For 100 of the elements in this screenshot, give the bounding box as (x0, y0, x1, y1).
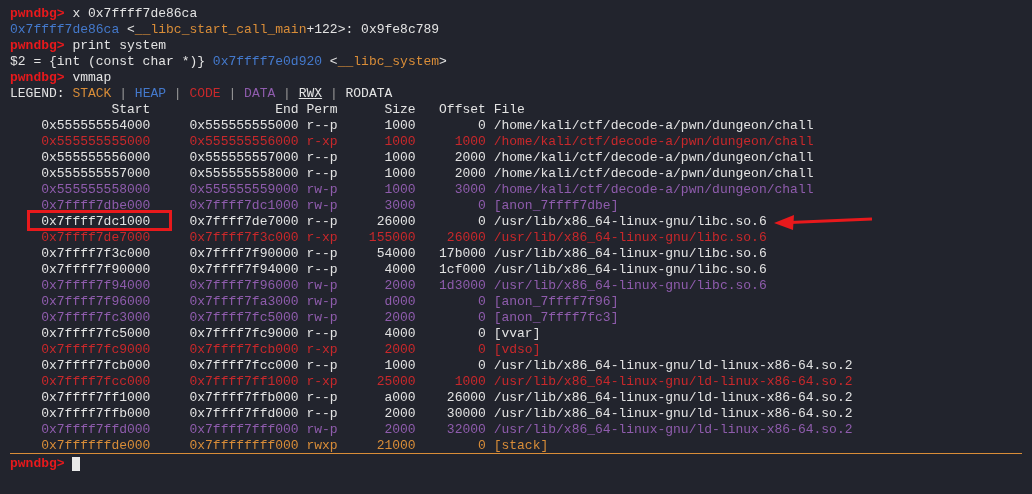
table-cell: 4000 (384, 262, 416, 277)
table-cell: rw-p (306, 182, 338, 197)
command-text: vmmap (72, 70, 112, 86)
table-cell: 0x7ffff7ffb000 (189, 390, 299, 405)
column-header: File (493, 102, 525, 117)
table-cell: r-xp (306, 374, 338, 389)
table-cell: 17b000 (439, 246, 486, 261)
legend-label: LEGEND: (10, 86, 65, 102)
table-cell: 26000 (376, 214, 416, 229)
table-cell: r--p (306, 390, 338, 405)
table-cell: 26000 (446, 390, 486, 405)
table-cell: 1000 (454, 374, 486, 389)
table-cell: rw-p (306, 422, 338, 437)
command-text: x 0x7ffff7de86ca (72, 6, 198, 22)
legend-item: CODE (189, 86, 221, 102)
table-cell: rw-p (306, 294, 338, 309)
table-cell: /usr/lib/x86_64-linux-gnu/libc.so.6 (493, 246, 767, 261)
table-cell: 0 (478, 310, 486, 325)
table-cell: 2000 (384, 422, 416, 437)
table-cell: 0 (478, 118, 486, 133)
table-cell: r--p (306, 326, 338, 341)
table-cell: 30000 (446, 406, 486, 421)
table-cell: 0x7ffff7f90000 (41, 262, 151, 277)
address-text: 0x7ffff7de86ca (10, 22, 120, 38)
legend-item: STACK (72, 86, 112, 102)
table-cell: 2000 (454, 166, 486, 181)
table-cell: 32000 (446, 422, 486, 437)
table-cell: 0 (478, 358, 486, 373)
table-cell: 0x7ffff7de7000 (189, 214, 299, 229)
table-cell: 1000 (384, 118, 416, 133)
table-cell: 0x7ffff7f90000 (189, 246, 299, 261)
table-cell: r--p (306, 358, 338, 373)
table-cell: 3000 (384, 198, 416, 213)
table-cell: 21000 (376, 437, 416, 453)
column-header: Offset (439, 102, 486, 117)
table-cell: /usr/lib/x86_64-linux-gnu/ld-linux-x86-64.so.2 (493, 406, 853, 421)
output-text: < (126, 22, 135, 38)
table-cell: [vvar] (493, 326, 541, 341)
table-cell: 0x7ffff7fc9000 (189, 326, 299, 341)
table-cell: r-xp (306, 342, 338, 357)
table-cell: 2000 (384, 406, 416, 421)
table-cell: 0x7ffff7f96000 (41, 294, 151, 309)
table-cell: /home/kali/ctf/decode-a/pwn/dungeon/chall (493, 182, 814, 197)
table-cell: 25000 (376, 374, 416, 389)
table-cell: 0x7ffff7ffd000 (41, 422, 151, 437)
table-cell: 0x7ffff7fcc000 (189, 358, 299, 373)
table-cell: 155000 (368, 230, 416, 245)
symbol-text: __libc_system (337, 54, 440, 70)
table-cell: r--p (306, 150, 338, 165)
table-cell: /home/kali/ctf/decode-a/pwn/dungeon/chall (493, 134, 814, 149)
table-cell: 0 (478, 437, 486, 453)
table-cell: 0x7ffff7dc1000 (189, 198, 299, 213)
output-text: > (439, 54, 447, 70)
table-cell: 0x7ffffffff000 (189, 437, 299, 453)
table-cell: rw-p (306, 310, 338, 325)
separator-text: | (228, 86, 237, 102)
table-cell: r-xp (306, 230, 338, 245)
table-cell: 0 (478, 198, 486, 213)
table-cell: 2000 (384, 278, 416, 293)
table-cell: 0 (478, 294, 486, 309)
table-cell: 0x7ffff7fc5000 (41, 326, 151, 341)
table-cell: 0x7ffff7ff1000 (189, 374, 299, 389)
table-cell: 0x7ffff7f3c000 (41, 246, 151, 261)
output-text: +122>: 0x9fe8c789 (306, 22, 440, 38)
table-cell: 0x7ffff7ffd000 (189, 406, 299, 421)
table-cell: 3000 (454, 182, 486, 197)
table-cell: 0x7ffff7fc3000 (41, 310, 151, 325)
table-cell: 2000 (454, 150, 486, 165)
table-cell: 1cf000 (439, 262, 486, 277)
table-cell: 1000 (384, 150, 416, 165)
address-text: 0x7ffff7e0d920 (212, 54, 323, 70)
table-cell: 0x7ffff7fc9000 (41, 342, 151, 357)
table-cell: /home/kali/ctf/decode-a/pwn/dungeon/chall (493, 166, 814, 181)
table-cell: 1000 (384, 358, 416, 373)
table-cell: 0x7ffff7dbe000 (41, 198, 151, 213)
table-cell: /usr/lib/x86_64-linux-gnu/ld-linux-x86-64.so.2 (493, 358, 853, 373)
table-cell: rw-p (306, 278, 338, 293)
table-cell: 0x7ffff7fcc000 (41, 374, 151, 389)
table-cell: 1000 (384, 182, 416, 197)
column-header: Size (384, 102, 416, 117)
table-cell: d000 (384, 294, 416, 309)
table-cell: 0x555555555000 (189, 118, 299, 133)
table-cell: 0x7ffff7ffb000 (41, 406, 151, 421)
table-cell: 0x7ffff7f96000 (189, 278, 299, 293)
column-header: End (275, 102, 299, 117)
prompt-label: pwndbg> (10, 70, 65, 86)
table-cell: 0x7ffffffde000 (41, 437, 151, 453)
table-cell: [anon_7ffff7f96] (493, 294, 619, 309)
table-cell: r-xp (306, 134, 338, 149)
table-cell: /usr/lib/x86_64-linux-gnu/libc.so.6 (493, 278, 767, 293)
legend-item: RODATA (345, 86, 393, 102)
table-cell: 0x555555556000 (41, 150, 151, 165)
table-cell: 2000 (384, 342, 416, 357)
table-cell: rw-p (306, 198, 338, 213)
table-cell: 0x555555557000 (189, 150, 299, 165)
arrow-icon (773, 214, 874, 230)
table-cell: /usr/lib/x86_64-linux-gnu/ld-linux-x86-64.so.2 (493, 390, 853, 405)
table-cell: 0x555555559000 (189, 182, 299, 197)
table-cell: r--p (306, 214, 338, 229)
table-cell: rwxp (306, 437, 338, 453)
